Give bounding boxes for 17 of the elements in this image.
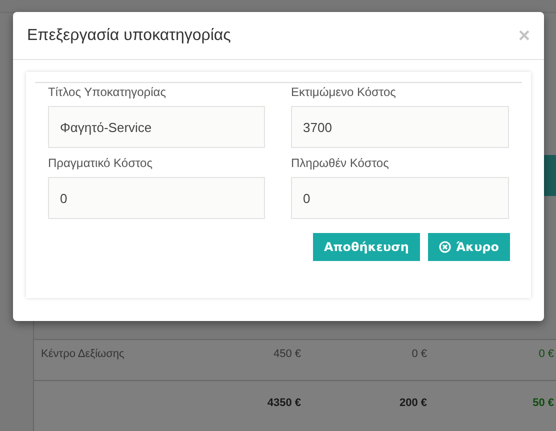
field-label: Τίτλος Υποκατηγορίας	[48, 85, 168, 99]
table-cell-text: 0 €	[538, 348, 554, 360]
table-cell-text: 50 €	[532, 397, 554, 409]
table-cell-text: 4350 €	[266, 397, 301, 409]
field-label: Πραγματικό Κόστος	[48, 156, 154, 170]
input-field[interactable]: 3700	[291, 106, 509, 148]
input-field[interactable]: 0	[48, 177, 265, 219]
dialog-title: Επεξεργασία υποκατηγορίας	[27, 26, 231, 44]
table-cell-text: 0 €	[410, 348, 427, 360]
table-cell-text: 450 €	[272, 348, 301, 360]
table-cell-text: Κέντρο Δεξίωσης	[40, 348, 126, 360]
field-label: Πληρωθέν Κόστος	[291, 156, 390, 170]
input-field[interactable]: Φαγητό-Service	[48, 106, 265, 148]
close-circle-icon	[438, 241, 451, 253]
table-cell-text: 200 €	[398, 397, 427, 409]
field-label: Εκτιμώμενο Κόστος	[291, 85, 397, 99]
input-field[interactable]: 0	[291, 177, 509, 219]
